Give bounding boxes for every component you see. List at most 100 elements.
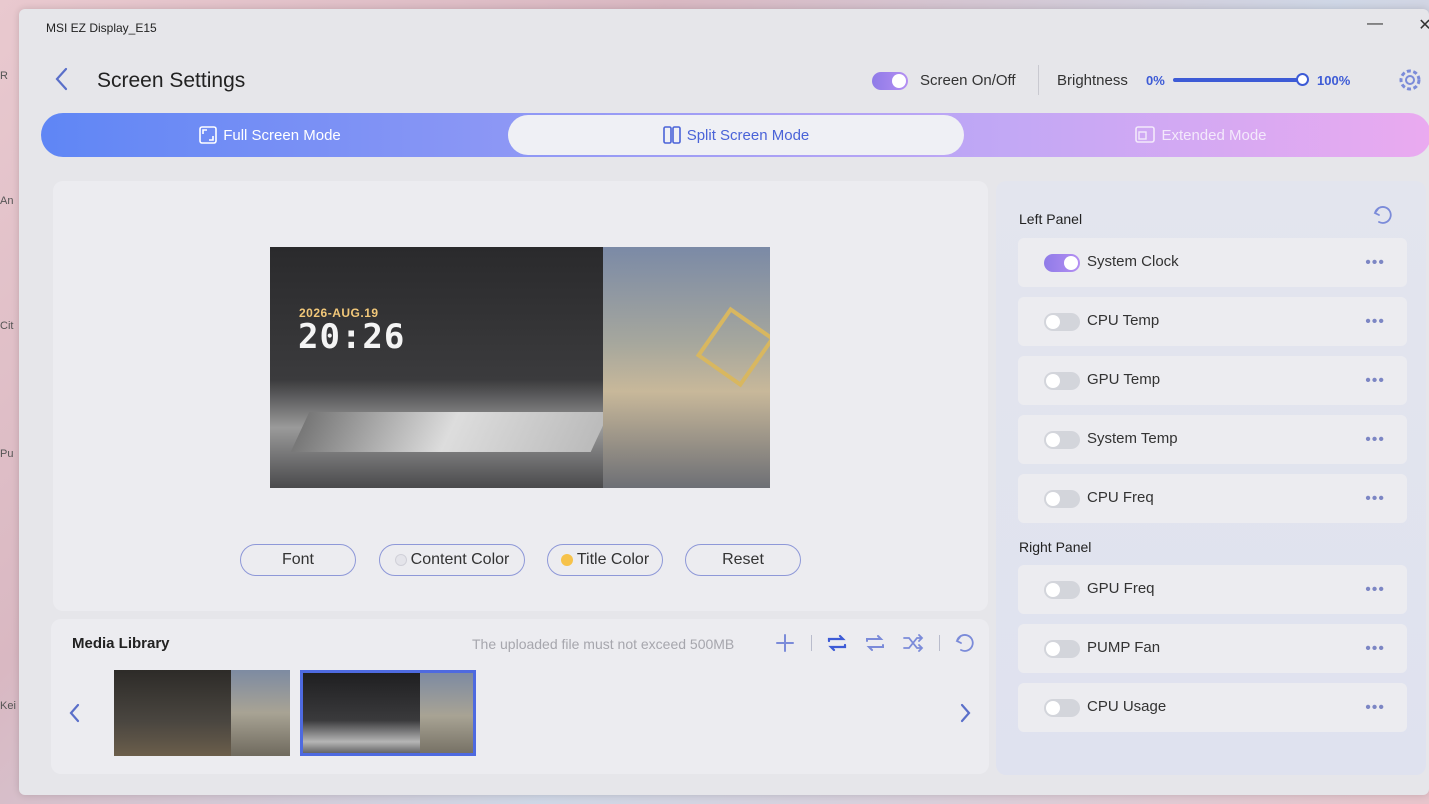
widget-panel: Left Panel System Clock ••• CPU Temp •••…: [996, 181, 1426, 775]
widget-label: CPU Usage: [1087, 698, 1167, 715]
button-label: Reset: [722, 551, 764, 568]
system-temp-toggle[interactable]: [1044, 431, 1080, 449]
desktop-icon[interactable]: An: [0, 195, 20, 213]
thumbnail-left-image: [303, 673, 420, 753]
brightness-label: Brightness: [1057, 72, 1128, 89]
divider: [1038, 65, 1039, 95]
extended-icon: [1135, 126, 1156, 143]
left-panel-label: Left Panel: [1019, 211, 1083, 227]
mode-tabs: Full Screen Mode Split Screen Mode Exten…: [41, 113, 1429, 157]
fullscreen-icon: [199, 126, 218, 144]
preview-right-image: [603, 247, 770, 488]
close-button[interactable]: ✕: [1413, 15, 1429, 35]
upload-hint: The uploaded file must not exceed 500MB: [472, 636, 735, 652]
title-bar: MSI EZ Display_E15 — ✕: [19, 9, 1429, 47]
cpu-temp-toggle[interactable]: [1044, 313, 1080, 331]
tab-label: Split Screen Mode: [686, 126, 810, 144]
widget-label: GPU Freq: [1087, 580, 1155, 597]
button-label: Content Color: [410, 551, 510, 568]
preview-time: 20:26: [298, 317, 406, 357]
previous-arrow-icon[interactable]: [65, 699, 85, 727]
window-title: MSI EZ Display_E15: [46, 21, 157, 35]
preview-floor: [290, 412, 610, 452]
font-button[interactable]: Font: [240, 544, 356, 576]
more-options-icon[interactable]: •••: [1365, 372, 1385, 390]
more-options-icon[interactable]: •••: [1365, 431, 1385, 449]
more-options-icon[interactable]: •••: [1365, 254, 1385, 272]
button-label: Font: [281, 551, 314, 568]
preview-cube: [695, 306, 770, 388]
media-thumbnail[interactable]: [114, 670, 290, 756]
preview-card: 2026-AUG.19 20:26 Font Content Color Tit…: [53, 181, 988, 611]
divider: [811, 635, 812, 651]
widget-row-system-clock: System Clock •••: [1018, 238, 1407, 287]
repeat-all-icon[interactable]: [824, 630, 850, 656]
preview-left-image: [270, 247, 610, 488]
page-title: Screen Settings: [97, 69, 246, 92]
thumbnail-right-image: [420, 673, 473, 753]
widget-row-pump-fan: PUMP Fan •••: [1018, 624, 1407, 673]
tab-label: Extended Mode: [1161, 126, 1267, 144]
desktop-icon[interactable]: Cit: [0, 320, 20, 338]
widget-row-gpu-temp: GPU Temp •••: [1018, 356, 1407, 405]
pump-fan-toggle[interactable]: [1044, 640, 1080, 658]
widget-row-system-temp: System Temp •••: [1018, 415, 1407, 464]
tab-full-screen-mode[interactable]: Full Screen Mode: [41, 115, 499, 155]
brightness-max-label: 100%: [1317, 73, 1351, 88]
undo-icon[interactable]: [952, 630, 978, 656]
widget-label: CPU Temp: [1087, 312, 1160, 329]
gpu-freq-toggle[interactable]: [1044, 581, 1080, 599]
reset-icon[interactable]: [1371, 203, 1395, 227]
gpu-temp-toggle[interactable]: [1044, 372, 1080, 390]
right-panel-label: Right Panel: [1019, 539, 1092, 555]
brightness-min-label: 0%: [1146, 73, 1165, 88]
widget-row-cpu-usage: CPU Usage •••: [1018, 683, 1407, 732]
tab-split-screen-mode[interactable]: Split Screen Mode: [508, 115, 964, 155]
desktop-icon[interactable]: Kei: [0, 700, 20, 718]
widget-row-cpu-freq: CPU Freq •••: [1018, 474, 1407, 523]
desktop-icon[interactable]: R: [0, 70, 20, 88]
color-swatch-icon: [394, 554, 407, 566]
more-options-icon[interactable]: •••: [1365, 581, 1385, 599]
widget-label: PUMP Fan: [1087, 639, 1161, 656]
widget-row-cpu-temp: CPU Temp •••: [1018, 297, 1407, 346]
screen-preview[interactable]: 2026-AUG.19 20:26: [270, 247, 770, 488]
tab-label: Full Screen Mode: [223, 126, 341, 144]
page-header: Screen Settings Screen On/Off Brightness…: [19, 61, 1429, 101]
more-options-icon[interactable]: •••: [1365, 313, 1385, 331]
cpu-freq-toggle[interactable]: [1044, 490, 1080, 508]
more-options-icon[interactable]: •••: [1365, 490, 1385, 508]
repeat-icon[interactable]: [862, 630, 888, 656]
media-library-title: Media Library: [72, 635, 170, 652]
media-thumbnail-selected[interactable]: [300, 670, 476, 756]
minimize-button[interactable]: —: [1363, 15, 1387, 33]
title-color-button[interactable]: Title Color: [547, 544, 663, 576]
screen-on-off-toggle[interactable]: [872, 72, 908, 90]
more-options-icon[interactable]: •••: [1365, 699, 1385, 717]
add-icon[interactable]: [772, 630, 798, 656]
widget-label: System Temp: [1087, 430, 1178, 447]
screen-on-off-label: Screen On/Off: [920, 72, 1016, 89]
widget-row-gpu-freq: GPU Freq •••: [1018, 565, 1407, 614]
system-clock-toggle[interactable]: [1044, 254, 1080, 272]
tab-extended-mode[interactable]: Extended Mode: [973, 115, 1429, 155]
brightness-slider-track[interactable]: [1173, 78, 1303, 82]
widget-label: System Clock: [1087, 253, 1179, 270]
widget-label: GPU Temp: [1087, 371, 1161, 388]
brightness-slider-thumb[interactable]: [1296, 73, 1309, 86]
cpu-usage-toggle[interactable]: [1044, 699, 1080, 717]
more-options-icon[interactable]: •••: [1365, 640, 1385, 658]
shuffle-icon[interactable]: [900, 630, 926, 656]
content-color-button[interactable]: Content Color: [379, 544, 525, 576]
desktop-icon[interactable]: Pu: [0, 448, 20, 466]
gear-icon[interactable]: [1396, 66, 1424, 94]
divider: [939, 635, 940, 651]
next-arrow-icon[interactable]: [955, 699, 975, 727]
app-window: MSI EZ Display_E15 — ✕ Screen Settings S…: [19, 9, 1429, 795]
back-arrow-icon[interactable]: [51, 65, 73, 93]
button-label: Title Color: [576, 551, 650, 568]
thumbnail-right-image: [231, 670, 290, 756]
reset-button[interactable]: Reset: [685, 544, 801, 576]
color-swatch-icon: [560, 554, 573, 566]
split-icon: [662, 126, 681, 144]
